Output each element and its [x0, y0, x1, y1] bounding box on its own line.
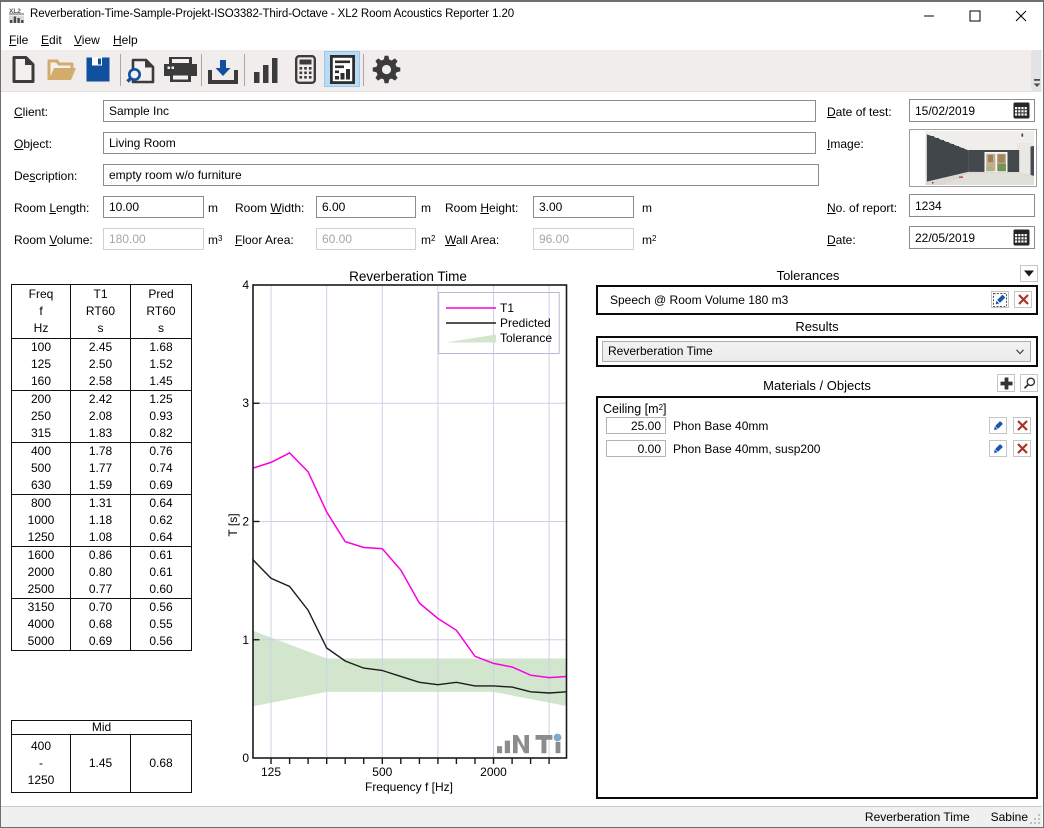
svg-text:T1: T1	[500, 301, 514, 315]
svg-text:2: 2	[242, 515, 249, 529]
svg-text:T [s]: T [s]	[226, 513, 240, 536]
svg-text:0: 0	[242, 751, 249, 765]
svg-text:1: 1	[242, 633, 249, 647]
svg-text:Tolerance: Tolerance	[500, 331, 552, 345]
svg-text:500: 500	[372, 765, 392, 779]
svg-text:Frequency f [Hz]: Frequency f [Hz]	[365, 780, 453, 794]
svg-text:Reverberation Time: Reverberation Time	[349, 269, 467, 284]
svg-text:Predicted: Predicted	[500, 316, 551, 330]
svg-text:125: 125	[261, 765, 281, 779]
svg-text:3: 3	[242, 396, 249, 410]
svg-text:2000: 2000	[480, 765, 507, 779]
svg-text:4: 4	[242, 278, 249, 292]
